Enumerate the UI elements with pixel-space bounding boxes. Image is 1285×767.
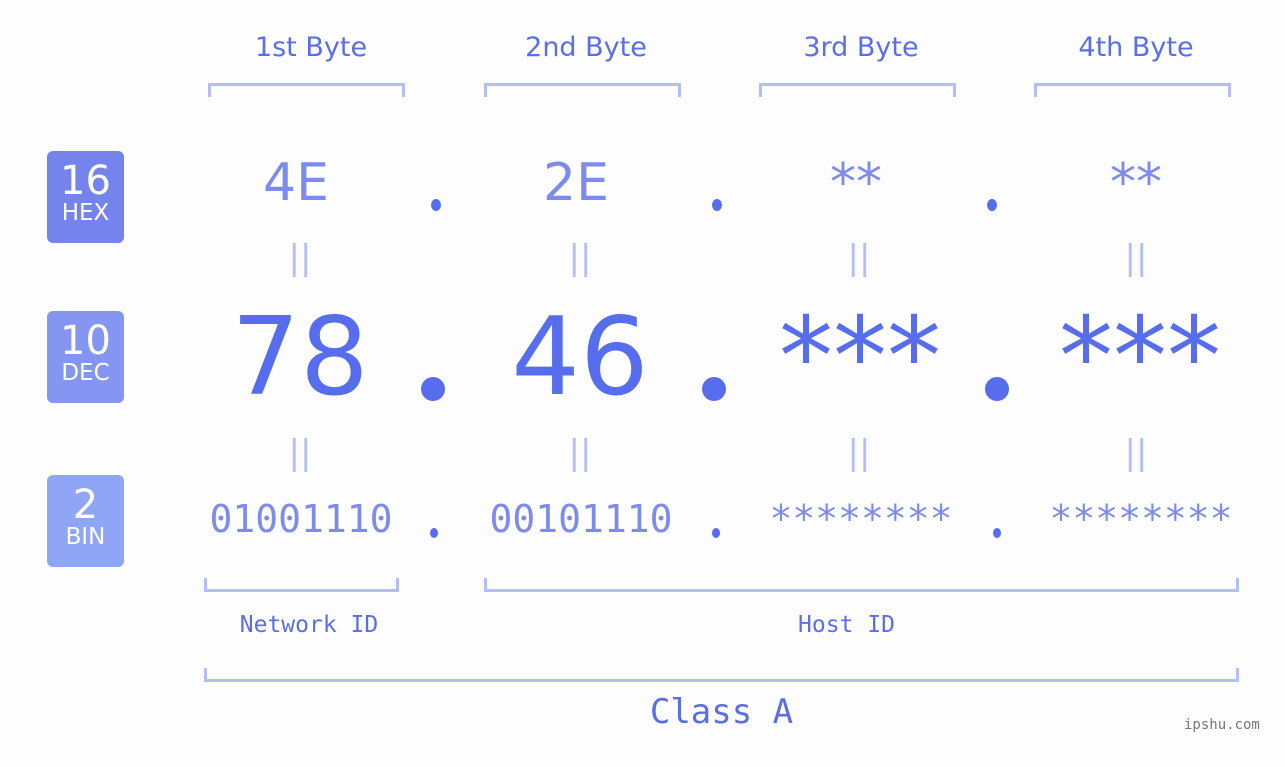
equals-icon: || [568, 238, 592, 278]
byte-header-1: 1st Byte [254, 32, 368, 63]
hex-value-4: ** [1110, 153, 1162, 213]
dec-dot-1 [421, 377, 445, 401]
equals-icon: || [288, 238, 312, 278]
equals-icon: || [1124, 433, 1148, 473]
equals-icon: || [847, 238, 871, 278]
bin-dot-1 [430, 528, 438, 538]
watermark: ipshu.com [1184, 717, 1260, 733]
hex-badge: 16 HEX [47, 151, 124, 243]
dec-dot-3 [985, 377, 1009, 401]
byte-bracket-3 [759, 83, 956, 97]
dec-dot-2 [702, 377, 726, 401]
byte-header-3: 3rd Byte [803, 32, 919, 63]
equals-icon: || [1124, 238, 1148, 278]
bin-dot-2 [712, 528, 720, 538]
byte-bracket-2 [484, 83, 681, 97]
bin-value-1: 01001110 [209, 497, 393, 541]
class-label: Class A [649, 692, 794, 732]
host-id-bracket [484, 578, 1239, 592]
bin-dot-3 [993, 528, 1001, 538]
hex-dot-3 [987, 199, 997, 211]
dec-value-1: 78 [231, 295, 369, 420]
dec-badge: 10 DEC [47, 311, 124, 403]
bin-badge: 2 BIN [47, 475, 124, 567]
dec-value-2: 46 [511, 295, 649, 420]
equals-icon: || [288, 433, 312, 473]
hex-badge-label: HEX [61, 200, 110, 226]
bin-value-3: ******** [769, 497, 953, 541]
dec-value-3: *** [779, 295, 941, 420]
host-id-label: Host ID [798, 612, 895, 638]
byte-header-2: 2nd Byte [525, 32, 647, 63]
byte-bracket-4 [1034, 83, 1231, 97]
bin-badge-number: 2 [72, 482, 99, 528]
dec-badge-number: 10 [60, 318, 111, 364]
hex-dot-1 [431, 199, 441, 211]
dec-value-4: *** [1059, 295, 1221, 420]
bin-value-2: 00101110 [489, 497, 673, 541]
byte-bracket-1 [208, 83, 405, 97]
equals-icon: || [568, 433, 592, 473]
dec-badge-label: DEC [61, 360, 110, 386]
network-id-label: Network ID [239, 612, 379, 638]
hex-badge-number: 16 [60, 158, 111, 204]
bin-value-4: ******** [1049, 497, 1233, 541]
hex-value-3: ** [830, 153, 882, 213]
class-bracket [204, 668, 1239, 682]
network-id-bracket [204, 578, 399, 592]
hex-value-2: 2E [543, 153, 609, 213]
bin-badge-label: BIN [65, 524, 106, 550]
hex-value-1: 4E [263, 153, 329, 213]
equals-icon: || [847, 433, 871, 473]
byte-header-4: 4th Byte [1078, 32, 1194, 63]
hex-dot-2 [712, 199, 722, 211]
